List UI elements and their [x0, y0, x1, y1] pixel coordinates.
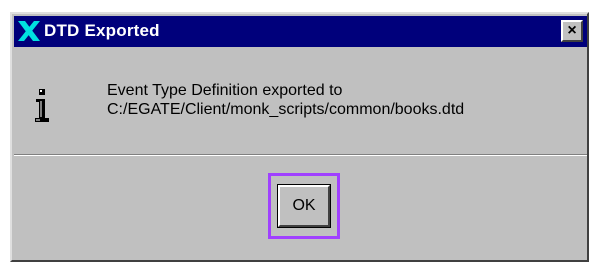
ok-button-focus-highlight: OK	[268, 173, 340, 239]
title-bar[interactable]: DTD Exported ×	[14, 16, 587, 47]
ok-button[interactable]: OK	[277, 184, 331, 228]
dtd-exported-dialog: DTD Exported × Event Type Definition exp…	[10, 12, 589, 262]
window-title: DTD Exported	[44, 21, 160, 40]
message-text: Event Type Definition exported to C:/EGA…	[107, 81, 464, 119]
info-icon	[35, 89, 49, 122]
separator	[14, 154, 587, 156]
egate-x-logo-icon	[18, 21, 40, 41]
close-button[interactable]: ×	[561, 20, 583, 42]
message-line-2: C:/EGATE/Client/monk_scripts/common/book…	[107, 101, 465, 118]
message-line-1: Event Type Definition exported to	[107, 82, 343, 99]
